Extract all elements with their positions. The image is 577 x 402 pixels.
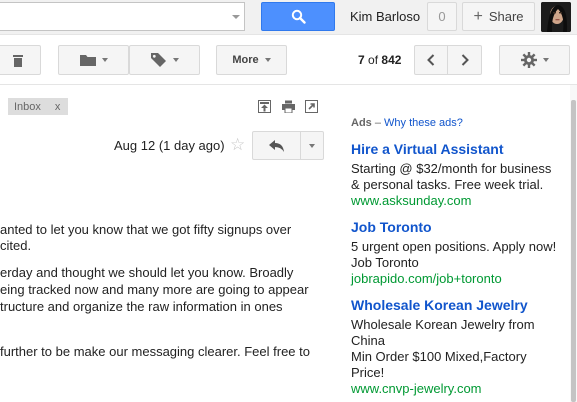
ads-header-dash: – [374,117,381,129]
chevron-down-icon [172,58,179,62]
pager-of: of [368,53,379,67]
share-button[interactable]: + Share [462,2,535,31]
older-conversation-button[interactable] [447,45,482,75]
avatar[interactable] [541,2,571,32]
ad-description-line: Min Order $100 Mixed,Factory [351,349,527,364]
email-body-line: erday and thought we should let you know… [0,265,294,280]
ad-description-line: 5 urgent open positions. Apply now! [351,239,557,254]
chevron-down-icon [309,143,315,148]
ad-url-link[interactable]: www.asksunday.com [351,193,471,208]
ads-header-title: Ads [351,117,372,129]
remove-label-icon[interactable]: x [55,101,61,113]
new-window-icon[interactable] [305,100,318,113]
trash-icon [12,54,23,67]
ads-header: Ads – Why these ads? [351,117,463,129]
email-body-line: further to be make our messaging clearer… [0,344,310,359]
ad-title-link[interactable]: Hire a Virtual Assistant [351,141,504,157]
move-to-button[interactable] [58,45,129,75]
ad-description-line: Job Toronto [351,255,419,270]
ad-url-link[interactable]: www.cnvp-jewelry.com [351,381,482,396]
print-icon[interactable] [282,100,295,113]
chevron-down-icon [264,58,271,62]
ad-description-line: Wholesale Korean Jewelry from [351,317,535,332]
expand-all-icon[interactable] [258,100,271,113]
reply-button[interactable] [252,131,301,160]
labels-button[interactable] [129,45,200,75]
pager-current: 7 [358,53,365,67]
reply-arrow-icon [268,139,284,152]
newer-conversation-button[interactable] [414,45,448,75]
ad-title-link[interactable]: Wholesale Korean Jewelry [351,297,528,313]
more-button[interactable]: More [216,45,287,75]
email-date: Aug 12 (1 day ago) [114,138,225,153]
top-bar: Kim Barloso 0 + Share [0,0,577,35]
email-body-line: cited. [0,238,32,253]
email-body-line: anted to let you know that we got fifty … [0,222,292,237]
search-icon [291,9,306,24]
chevron-down-icon [101,58,108,62]
delete-button[interactable] [0,45,41,75]
reply-options-button[interactable] [300,131,324,160]
search-input[interactable] [0,2,245,31]
share-button-label: Share [488,9,524,24]
notification-count-button[interactable]: 0 [427,2,457,31]
star-icon[interactable]: ☆ [230,136,245,153]
user-name[interactable]: Kim Barloso [350,9,420,24]
inbox-label-text[interactable]: Inbox [14,101,41,113]
chevron-left-icon [427,54,435,66]
why-these-ads-link[interactable]: Why these ads? [384,117,463,129]
inbox-label-chip: Inbox x [8,98,69,115]
profile-photo [541,2,571,32]
folder-icon [79,55,96,66]
settings-button[interactable] [499,45,570,75]
ad-title-link[interactable]: Job Toronto [351,219,432,235]
ad-description-line: Price! [351,365,385,380]
email-body-line: eing tracked now and many more are going… [0,282,309,297]
toolbar-divider [0,84,577,85]
pager-count: 7 of 842 [358,53,401,67]
search-button[interactable] [261,2,335,31]
scrollbar-thumb[interactable] [571,100,576,402]
ad-description-line: Starting @ $32/month for business [351,161,552,176]
ad-url-link[interactable]: jobrapido.com/job+toronto [351,271,502,286]
pager-total: 842 [381,53,402,67]
label-tag-icon [150,53,166,67]
gear-icon [520,52,537,68]
ad-description-line: & personal tasks. Free week trial. [351,177,544,192]
more-button-label: More [232,54,259,66]
plus-icon: + [473,7,483,25]
search-options-dropdown-icon[interactable] [232,15,240,19]
email-body-line: tructure and organize the raw informatio… [0,299,283,314]
chevron-right-icon [461,54,469,66]
chevron-down-icon [542,58,549,62]
ad-description-line: China [351,333,385,348]
